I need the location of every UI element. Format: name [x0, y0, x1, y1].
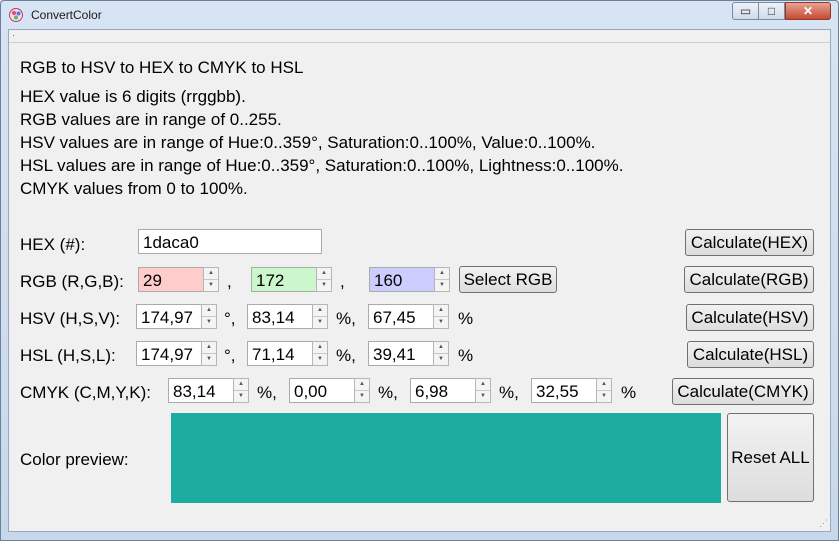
spin-up-icon: ▲: [321, 270, 327, 276]
hsl-h-stepper[interactable]: ▲ ▼: [201, 341, 217, 366]
spin-down-icon: ▼: [435, 279, 449, 291]
spin-up-icon: ▲: [238, 381, 244, 387]
info-line-cmyk: CMYK values from 0 to 100%.: [20, 179, 248, 198]
hsv-label: HSV (H,S,V):: [20, 309, 121, 328]
cmyk-y-stepper[interactable]: ▲ ▼: [475, 378, 491, 403]
hsl-percent-sign: %,: [336, 346, 356, 365]
spin-up-icon: ▲: [439, 270, 445, 276]
select-rgb-button[interactable]: Select RGB: [459, 266, 557, 293]
rgb-separator: ,: [227, 272, 232, 291]
cmyk-percent-sign: %: [621, 383, 637, 402]
spin-down-icon: ▼: [476, 390, 490, 402]
hsl-percent-sign: %: [458, 346, 474, 365]
spin-down-icon: ▼: [202, 316, 216, 328]
rgb-separator: ,: [340, 272, 345, 291]
info-line-hsv: HSV values are in range of Hue:0..359°, …: [20, 133, 596, 152]
cmyk-label: CMYK (C,M,Y,K):: [20, 383, 151, 402]
hsv-s-stepper[interactable]: ▲ ▼: [312, 304, 328, 329]
hsl-label: HSL (H,S,L):: [20, 346, 116, 365]
app-icon: [9, 8, 23, 22]
hsl-h-input[interactable]: 174,97: [136, 341, 202, 366]
cmyk-percent-sign: %,: [499, 383, 519, 402]
hsl-s-input[interactable]: 71,14: [247, 341, 313, 366]
spin-down-icon: ▼: [202, 353, 216, 365]
close-icon: ✕: [802, 4, 814, 18]
spin-down-icon: ▼: [313, 353, 327, 365]
cmyk-y-input[interactable]: 6,98: [410, 378, 476, 403]
hex-input[interactable]: 1daca0: [138, 229, 322, 254]
hsv-v-input[interactable]: 67,45: [368, 304, 434, 329]
spin-up-icon: ▲: [208, 270, 214, 276]
spin-up-icon: ▲: [438, 344, 444, 350]
spin-down-icon: ▼: [317, 279, 331, 291]
cmyk-percent-sign: %,: [257, 383, 277, 402]
spin-down-icon: ▼: [434, 353, 448, 365]
rgb-r-input[interactable]: 29: [138, 267, 204, 292]
cmyk-m-input[interactable]: 0,00: [289, 378, 355, 403]
spin-up-icon: ▲: [206, 307, 212, 313]
hsv-degree-sign: °,: [224, 309, 236, 328]
rgb-g-input[interactable]: 172: [251, 267, 317, 292]
calculate-hsv-button[interactable]: Calculate(HSV): [686, 304, 814, 331]
calculate-cmyk-button[interactable]: Calculate(CMYK): [672, 378, 814, 405]
color-preview-label: Color preview:: [20, 450, 129, 469]
maximize-button[interactable]: □: [758, 2, 785, 20]
info-line-rgb: RGB values are in range of 0..255.: [20, 110, 282, 129]
hex-label: HEX (#):: [20, 235, 86, 254]
hsl-s-stepper[interactable]: ▲ ▼: [312, 341, 328, 366]
cmyk-k-input[interactable]: 32,55: [531, 378, 597, 403]
info-line-hex: HEX value is 6 digits (rrggbb).: [20, 87, 246, 106]
spin-down-icon: ▼: [355, 390, 369, 402]
minimize-button[interactable]: ▭: [732, 2, 759, 20]
spin-up-icon: ▲: [206, 344, 212, 350]
hsv-s-input[interactable]: 83,14: [247, 304, 313, 329]
close-button[interactable]: ✕: [785, 2, 831, 20]
info-line-hsl: HSL values are in range of Hue:0..359°, …: [20, 156, 624, 175]
reset-all-button[interactable]: Reset ALL: [727, 413, 814, 502]
calculate-rgb-button[interactable]: Calculate(RGB): [684, 266, 814, 293]
resize-grip-icon[interactable]: ⋰: [819, 518, 828, 529]
spin-down-icon: ▼: [597, 390, 611, 402]
window-title: ConvertColor: [31, 8, 102, 22]
maximize-icon: □: [767, 4, 776, 18]
hsl-l-stepper[interactable]: ▲ ▼: [433, 341, 449, 366]
spin-up-icon: ▲: [317, 307, 323, 313]
rgb-label: RGB (R,G,B):: [20, 272, 124, 291]
hsv-percent-sign: %: [458, 309, 474, 328]
menu-grip-icon: ·: [12, 30, 15, 40]
calculate-hsl-button[interactable]: Calculate(HSL): [687, 341, 814, 368]
cmyk-percent-sign: %,: [378, 383, 398, 402]
hsv-v-stepper[interactable]: ▲ ▼: [433, 304, 449, 329]
rgb-r-stepper[interactable]: ▲ ▼: [203, 267, 219, 292]
minimize-icon: ▭: [739, 4, 752, 18]
spin-down-icon: ▼: [434, 316, 448, 328]
color-preview-swatch: [171, 413, 721, 503]
rgb-g-stepper[interactable]: ▲ ▼: [316, 267, 332, 292]
hsl-degree-sign: °,: [224, 346, 236, 365]
hsv-h-stepper[interactable]: ▲ ▼: [201, 304, 217, 329]
hsv-h-input[interactable]: 174,97: [136, 304, 202, 329]
spin-up-icon: ▲: [359, 381, 365, 387]
spin-up-icon: ▲: [317, 344, 323, 350]
spin-up-icon: ▲: [601, 381, 607, 387]
spin-up-icon: ▲: [438, 307, 444, 313]
spin-down-icon: ▼: [204, 279, 218, 291]
app-window: ConvertColor ▭ □ ✕ · RGB to HSV to HEX t…: [0, 0, 839, 541]
title-bar[interactable]: ConvertColor ▭ □ ✕: [1, 1, 838, 29]
hsl-l-input[interactable]: 39,41: [368, 341, 434, 366]
spin-down-icon: ▼: [313, 316, 327, 328]
client-area: · RGB to HSV to HEX to CMYK to HSL HEX v…: [8, 29, 831, 532]
cmyk-m-stepper[interactable]: ▲ ▼: [354, 378, 370, 403]
spin-down-icon: ▼: [234, 390, 248, 402]
rgb-b-input[interactable]: 160: [369, 267, 435, 292]
rgb-b-stepper[interactable]: ▲ ▼: [434, 267, 450, 292]
info-heading: RGB to HSV to HEX to CMYK to HSL: [20, 58, 304, 77]
cmyk-c-input[interactable]: 83,14: [168, 378, 234, 403]
calculate-hex-button[interactable]: Calculate(HEX): [685, 229, 814, 256]
hsv-percent-sign: %,: [336, 309, 356, 328]
spin-up-icon: ▲: [480, 381, 486, 387]
menu-strip[interactable]: ·: [9, 30, 830, 43]
cmyk-c-stepper[interactable]: ▲ ▼: [233, 378, 249, 403]
cmyk-k-stepper[interactable]: ▲ ▼: [596, 378, 612, 403]
